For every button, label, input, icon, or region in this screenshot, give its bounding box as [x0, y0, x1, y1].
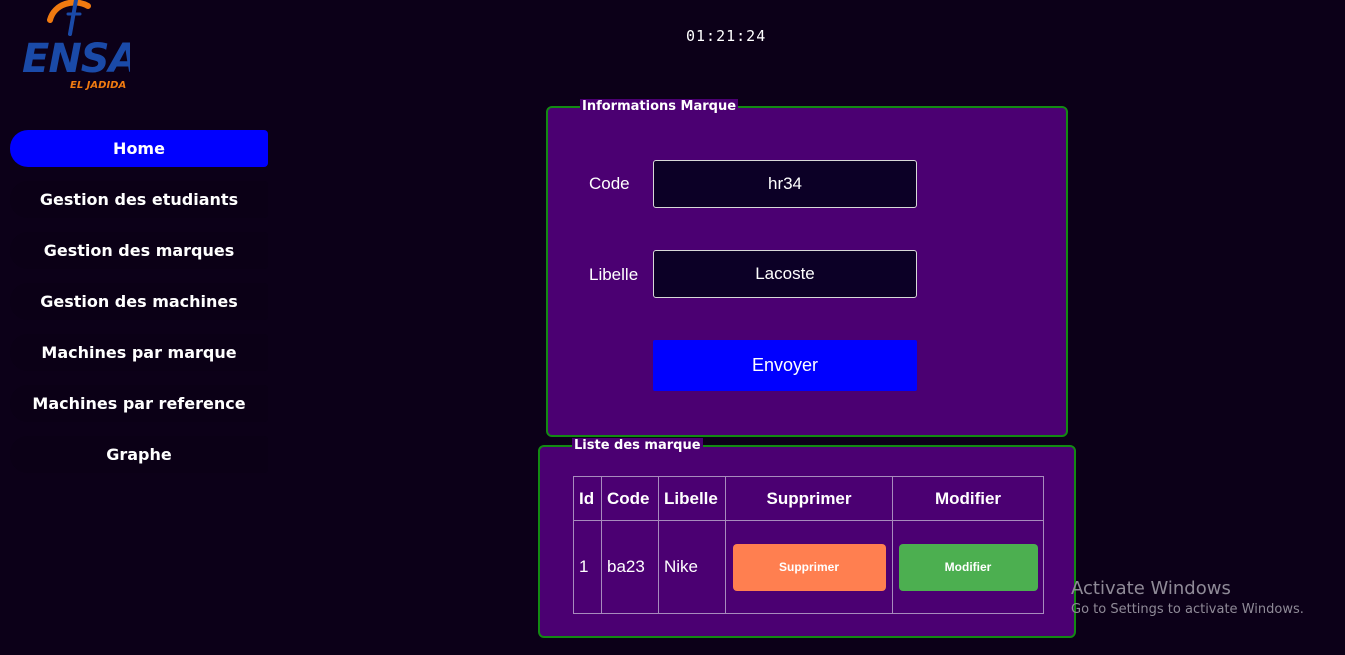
supprimer-button[interactable]: Supprimer — [732, 543, 886, 591]
watermark-subtitle: Go to Settings to activate Windows. — [1071, 602, 1304, 617]
sidebar-item-home[interactable]: Home — [10, 130, 268, 167]
table-row: 1 ba23 Nike Supprimer Modifier — [573, 520, 1044, 614]
svg-text:ENSA: ENSA — [22, 36, 130, 82]
clock-display: 01:21:24 — [686, 27, 767, 45]
modifier-button[interactable]: Modifier — [898, 543, 1038, 591]
sidebar-item-gestion-marques[interactable]: Gestion des marques — [10, 232, 268, 269]
envoyer-button[interactable]: Envoyer — [653, 340, 917, 391]
cell-libelle: Nike — [658, 520, 726, 614]
sidebar-item-graphe[interactable]: Graphe — [10, 436, 268, 473]
form-legend: Informations Marque — [580, 99, 739, 114]
marque-list-panel: Liste des marque Id Code Libelle Supprim… — [538, 438, 1076, 638]
code-label: Code — [589, 174, 630, 193]
app-page: ENSA EL JADIDA 01:21:24 Home Gestion des… — [0, 0, 1345, 655]
table-header-row: Id Code Libelle Supprimer Modifier — [573, 476, 1044, 521]
sidebar-item-gestion-etudiants[interactable]: Gestion des etudiants — [10, 181, 268, 218]
svg-text:EL JADIDA: EL JADIDA — [70, 80, 126, 91]
column-header-code: Code — [601, 476, 659, 521]
cell-modifier: Modifier — [892, 520, 1044, 614]
sidebar-item-gestion-machines[interactable]: Gestion des machines — [10, 283, 268, 320]
column-header-modifier: Modifier — [892, 476, 1044, 521]
marques-table: Id Code Libelle Supprimer Modifier 1 ba2… — [573, 476, 1044, 614]
watermark-title: Activate Windows — [1071, 578, 1231, 599]
column-header-id: Id — [573, 476, 602, 521]
cell-code: ba23 — [601, 520, 659, 614]
marque-form-panel: Informations Marque Code Libelle Envoyer — [546, 99, 1068, 437]
sidebar-item-machines-par-marque[interactable]: Machines par marque — [10, 334, 268, 371]
activate-windows-watermark: Activate Windows Go to Settings to activ… — [1071, 578, 1304, 617]
column-header-supprimer: Supprimer — [725, 476, 893, 521]
code-input[interactable] — [653, 160, 917, 208]
list-legend: Liste des marque — [572, 438, 703, 453]
ensa-logo: ENSA EL JADIDA — [20, 0, 130, 92]
cell-supprimer: Supprimer — [725, 520, 893, 614]
column-header-libelle: Libelle — [658, 476, 726, 521]
sidebar-nav: Home Gestion des etudiants Gestion des m… — [10, 130, 268, 487]
libelle-input[interactable] — [653, 250, 917, 298]
libelle-label: Libelle — [589, 265, 639, 284]
sidebar-item-machines-par-reference[interactable]: Machines par reference — [10, 385, 268, 422]
cell-id: 1 — [573, 520, 602, 614]
